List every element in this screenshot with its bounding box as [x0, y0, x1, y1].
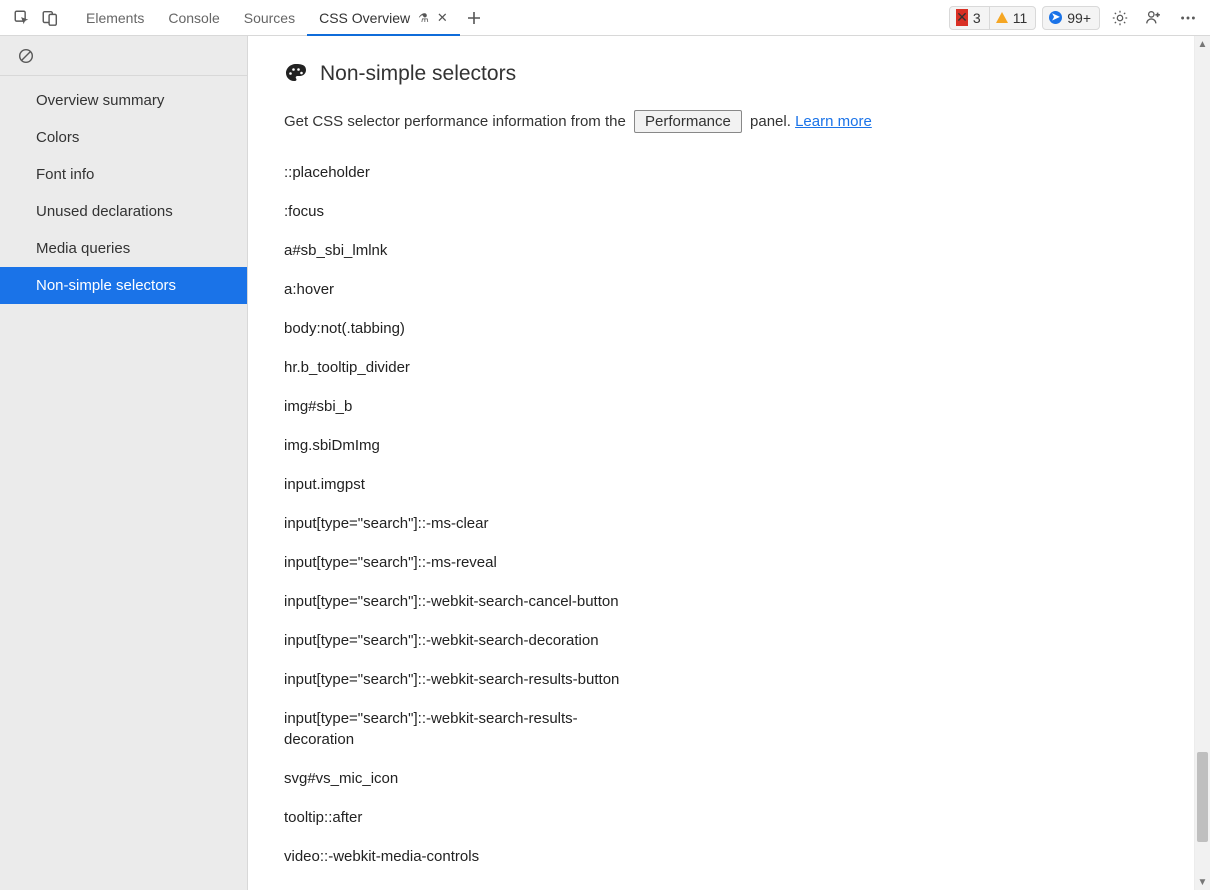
selector-item[interactable]: ::placeholder	[284, 153, 644, 192]
clear-icon[interactable]	[12, 42, 40, 70]
selector-item[interactable]: input[type="search"]::-ms-clear	[284, 504, 644, 543]
errors-count[interactable]: ✕ 3	[950, 7, 989, 29]
toolbar-right: ✕ 3 11 ➤ 99+	[949, 0, 1210, 35]
selector-list: ::placeholder:focusa#sb_sbi_lmlnka:hover…	[284, 153, 644, 876]
sidebar-item-colors[interactable]: Colors	[0, 119, 247, 156]
errors-count-value: 3	[973, 10, 981, 26]
info-suffix: panel.	[750, 113, 791, 130]
info-line: Get CSS selector performance information…	[284, 110, 1154, 133]
tab-label: CSS Overview	[319, 10, 410, 26]
selector-item[interactable]: a:hover	[284, 270, 644, 309]
warnings-count-value: 11	[1013, 10, 1028, 26]
selector-item[interactable]: input[type="search"]::-webkit-search-res…	[284, 660, 644, 699]
selector-item[interactable]: input[type="search"]::-webkit-search-res…	[284, 699, 644, 759]
section-header: Non-simple selectors	[284, 62, 1154, 86]
selector-item[interactable]: tooltip::after	[284, 798, 644, 837]
toolbar-left	[0, 0, 64, 35]
tab-sources[interactable]: Sources	[232, 0, 307, 35]
sidebar-item-unused-declarations[interactable]: Unused declarations	[0, 193, 247, 230]
issues-pill[interactable]: ➤ 99+	[1042, 6, 1100, 30]
performance-button[interactable]: Performance	[634, 110, 742, 133]
warning-icon	[996, 12, 1008, 23]
inspect-element-icon[interactable]	[8, 4, 36, 32]
tab-label: Elements	[86, 10, 144, 26]
scroll-up-icon[interactable]: ▲	[1195, 36, 1210, 52]
sidebar-list: Overview summaryColorsFont infoUnused de…	[0, 76, 247, 304]
selector-item[interactable]: :focus	[284, 192, 644, 231]
selector-item[interactable]: a#sb_sbi_lmlnk	[284, 231, 644, 270]
sidebar-item-overview-summary[interactable]: Overview summary	[0, 82, 247, 119]
scroll-down-icon[interactable]: ▼	[1195, 874, 1210, 890]
tab-console[interactable]: Console	[156, 0, 231, 35]
selector-item[interactable]: input[type="search"]::-webkit-search-dec…	[284, 621, 644, 660]
close-icon[interactable]: ✕	[437, 10, 448, 26]
vertical-scrollbar[interactable]: ▲ ▼	[1194, 36, 1210, 890]
info-prefix: Get CSS selector performance information…	[284, 113, 626, 130]
error-icon: ✕	[956, 9, 968, 26]
device-toggle-icon[interactable]	[36, 4, 64, 32]
tab-css-overview[interactable]: CSS Overview ⚗ ✕	[307, 0, 460, 35]
content-area: Non-simple selectors Get CSS selector pe…	[248, 36, 1210, 890]
selector-item[interactable]: hr.b_tooltip_divider	[284, 348, 644, 387]
sidebar-item-media-queries[interactable]: Media queries	[0, 230, 247, 267]
selector-item[interactable]: body:not(.tabbing)	[284, 309, 644, 348]
sidebar-item-font-info[interactable]: Font info	[0, 156, 247, 193]
selector-item[interactable]: video::-webkit-media-controls	[284, 837, 644, 876]
scroll-track[interactable]	[1195, 52, 1210, 874]
secondary-toolbar	[0, 36, 248, 76]
toolbar-tabs: Elements Console Sources CSS Overview ⚗ ✕	[74, 0, 460, 35]
tab-elements[interactable]: Elements	[74, 0, 156, 35]
issues-count-value: 99+	[1067, 10, 1091, 26]
sidebar-item-non-simple-selectors[interactable]: Non-simple selectors	[0, 267, 247, 304]
experimental-icon: ⚗	[418, 11, 429, 25]
selector-item[interactable]: img.sbiDmImg	[284, 426, 644, 465]
selector-item[interactable]: img#sbi_b	[284, 387, 644, 426]
issues-icon: ➤	[1049, 11, 1062, 24]
sidebar: Overview summaryColorsFont infoUnused de…	[0, 36, 248, 890]
feedback-icon[interactable]	[1140, 4, 1168, 32]
devtools-toolbar: Elements Console Sources CSS Overview ⚗ ✕ ✕ 3…	[0, 0, 1210, 36]
main-layout: Overview summaryColorsFont infoUnused de…	[0, 36, 1210, 890]
console-counts-pill[interactable]: ✕ 3 11	[949, 6, 1036, 30]
settings-icon[interactable]	[1106, 4, 1134, 32]
warnings-count[interactable]: 11	[990, 7, 1036, 29]
section-title: Non-simple selectors	[320, 62, 516, 86]
content-scroll: Non-simple selectors Get CSS selector pe…	[248, 36, 1194, 890]
learn-more-link[interactable]: Learn more	[795, 113, 872, 130]
scroll-thumb[interactable]	[1197, 752, 1208, 842]
selector-item[interactable]: input[type="search"]::-webkit-search-can…	[284, 582, 644, 621]
add-tab-button[interactable]	[460, 0, 488, 35]
selector-item[interactable]: input[type="search"]::-ms-reveal	[284, 543, 644, 582]
tab-label: Sources	[244, 10, 295, 26]
more-icon[interactable]	[1174, 4, 1202, 32]
selector-item[interactable]: input.imgpst	[284, 465, 644, 504]
palette-icon	[284, 62, 308, 86]
tab-label: Console	[168, 10, 219, 26]
selector-item[interactable]: svg#vs_mic_icon	[284, 759, 644, 798]
